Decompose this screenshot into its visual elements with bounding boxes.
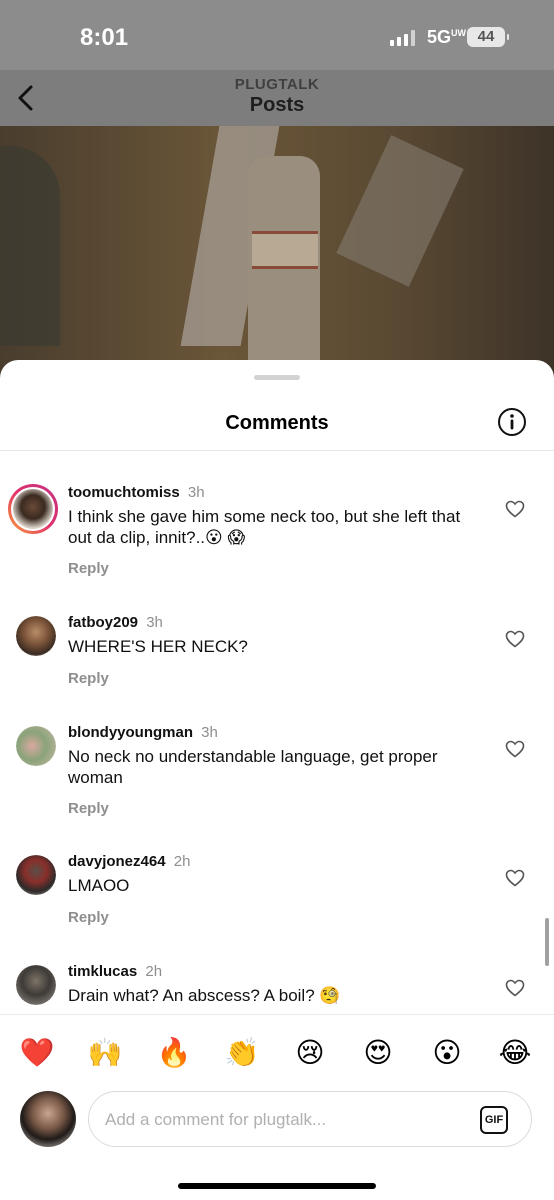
reply-button[interactable]: Reply (68, 800, 109, 817)
clock: 8:01 (80, 24, 129, 51)
reaction-fire[interactable]: 🔥 (154, 1033, 194, 1073)
comment-username[interactable]: fatboy209 (68, 614, 138, 631)
comment-meta: toomuchtomiss 3h (68, 484, 205, 501)
comment-text: No neck no understandable language, get … (68, 747, 438, 787)
avatar[interactable] (8, 484, 58, 534)
comment-meta: blondyyoungman 3h (68, 724, 218, 741)
network-label: 5G (427, 27, 452, 47)
divider (0, 450, 554, 451)
heart-icon[interactable] (505, 500, 525, 518)
home-indicator[interactable] (178, 1183, 376, 1189)
scrollbar[interactable] (545, 918, 549, 966)
plant-shape (0, 146, 60, 346)
reaction-row: ❤️ 🙌 🔥 👏 😢 😍 😮 😂 (0, 1033, 554, 1073)
gif-button[interactable]: GIF (480, 1106, 508, 1134)
network-suffix: UW (451, 28, 467, 38)
comment-time: 2h (173, 853, 191, 870)
comment-text: WHERE'S HER NECK? (68, 637, 248, 656)
bottle-shape (248, 156, 320, 386)
nav-subtitle: PLUGTALK (234, 76, 320, 93)
reaction-crying[interactable]: 😢 (290, 1033, 330, 1073)
heart-icon[interactable] (505, 630, 525, 648)
bottle-label-shape (252, 231, 318, 269)
comment-time: 3h (146, 614, 163, 631)
comment-username[interactable]: timklucas (68, 963, 137, 980)
reply-button[interactable]: Reply (68, 909, 109, 926)
comment-composer-bar: ❤️ 🙌 🔥 👏 😢 😍 😮 😂 GIF (0, 1014, 554, 1200)
comment-meta: fatboy209 3h (68, 614, 163, 631)
comment-text: LMAOO (68, 876, 130, 895)
heart-icon[interactable] (505, 869, 525, 887)
status-bar: 8:01 5GUW 44 (0, 0, 554, 70)
comment-input[interactable] (105, 1106, 465, 1134)
reaction-surprised[interactable]: 😮 (427, 1033, 467, 1073)
post-image (0, 126, 554, 400)
comment-time: 3h (187, 484, 205, 501)
reply-button[interactable]: Reply (68, 560, 109, 577)
heart-icon[interactable] (505, 979, 525, 997)
battery-icon: 44 (467, 27, 509, 47)
comment-time: 3h (201, 724, 218, 741)
comment-meta: davyjonez464 2h (68, 853, 190, 870)
comment-username[interactable]: davyjonez464 (68, 853, 166, 870)
info-icon[interactable] (497, 407, 527, 437)
avatar[interactable] (16, 616, 56, 656)
avatar[interactable] (16, 965, 56, 1005)
sheet-title: Comments (225, 412, 329, 434)
comment-input-wrapper[interactable]: GIF (88, 1091, 532, 1147)
reaction-laughing[interactable]: 😂 (495, 1033, 535, 1073)
avatar[interactable] (16, 855, 56, 895)
comment-username[interactable]: blondyyoungman (68, 724, 193, 741)
reaction-clap[interactable]: 👏 (222, 1033, 262, 1073)
nav-title: Posts (249, 94, 305, 116)
cloth-shape-2 (336, 135, 464, 287)
reaction-raised-hands[interactable]: 🙌 (85, 1033, 125, 1073)
network-indicator: 5GUW (427, 27, 466, 48)
comment-username[interactable]: toomuchtomiss (68, 484, 180, 501)
nav-bar: PLUGTALK Posts (0, 70, 554, 126)
comment-meta: timklucas 2h (68, 963, 162, 980)
signal-icon (390, 30, 415, 46)
comment-text: Drain what? An abscess? A boil? 🧐 (68, 986, 341, 1005)
current-user-avatar (20, 1091, 76, 1147)
avatar[interactable] (16, 726, 56, 766)
reply-button[interactable]: Reply (68, 670, 109, 687)
reaction-heart[interactable]: ❤️ (17, 1033, 57, 1073)
reaction-heart-eyes[interactable]: 😍 (358, 1033, 398, 1073)
sheet-grabber[interactable] (254, 375, 300, 380)
heart-icon[interactable] (505, 740, 525, 758)
comment-text: I think she gave him some neck too, but … (68, 507, 461, 547)
comment-time: 2h (145, 963, 163, 980)
